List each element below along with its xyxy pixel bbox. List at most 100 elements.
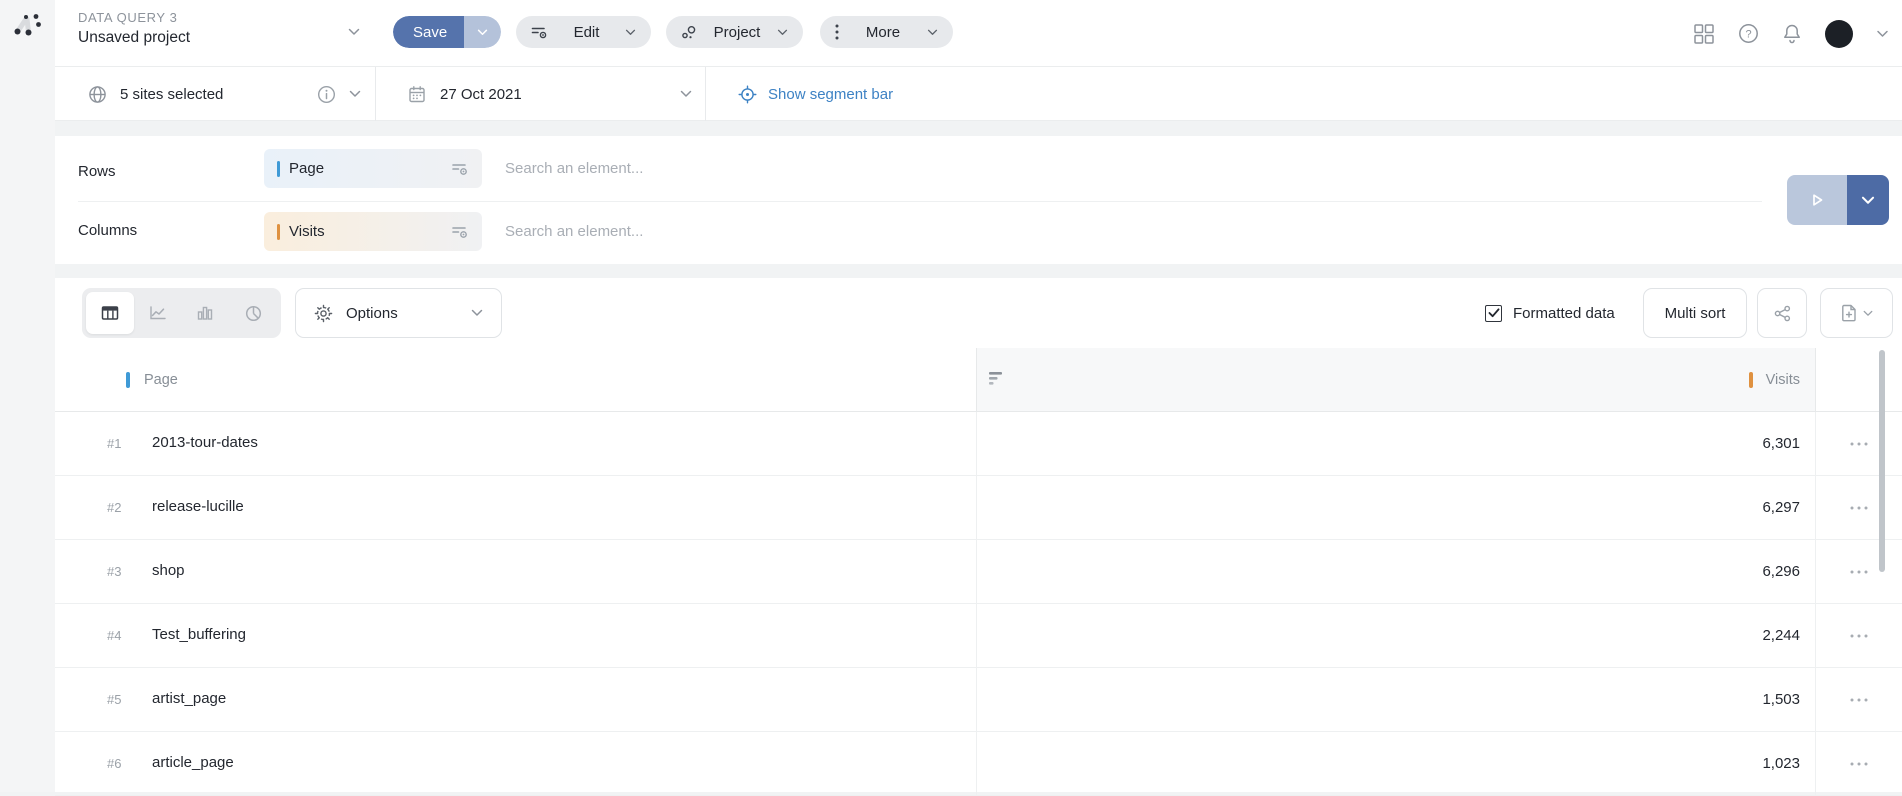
edit-button[interactable]: Edit bbox=[516, 16, 651, 48]
row-rank: #2 bbox=[107, 500, 121, 515]
export-file-icon bbox=[1841, 304, 1857, 322]
bubbles-icon bbox=[681, 25, 697, 40]
gear-icon bbox=[314, 304, 333, 323]
user-avatar[interactable] bbox=[1825, 20, 1853, 48]
divider bbox=[78, 201, 1762, 202]
more-button[interactable]: More bbox=[820, 16, 953, 48]
table-row[interactable]: #1 2013-tour-dates 6,301 bbox=[55, 412, 1902, 476]
site-info[interactable] bbox=[317, 67, 336, 121]
divider bbox=[375, 67, 376, 121]
row-rank: #3 bbox=[107, 564, 121, 579]
edit-label: Edit bbox=[574, 24, 600, 41]
project-title-menu[interactable]: DATA QUERY 3 Unsaved project bbox=[78, 10, 190, 47]
row-actions-button[interactable] bbox=[1844, 692, 1874, 708]
site-selector[interactable]: 5 sites selected bbox=[88, 67, 223, 121]
row-visits-value: 6,301 bbox=[976, 412, 1815, 475]
query-builder-panel: Rows Page Columns Visits bbox=[55, 136, 1902, 264]
show-segment-bar-button[interactable]: Show segment bar bbox=[738, 85, 893, 104]
formatted-data-checkbox[interactable] bbox=[1485, 305, 1502, 322]
row-visits-value: 1,023 bbox=[976, 732, 1815, 795]
chevron-down-icon[interactable] bbox=[348, 28, 360, 36]
columns-label: Columns bbox=[78, 222, 137, 239]
row-page-name: Test_buffering bbox=[152, 626, 246, 643]
segment-target-icon bbox=[738, 85, 757, 104]
row-page-name: 2013-tour-dates bbox=[152, 434, 258, 451]
row-actions-button[interactable] bbox=[1844, 756, 1874, 772]
row-page-name: release-lucille bbox=[152, 498, 244, 515]
info-icon bbox=[317, 85, 336, 104]
date-picker[interactable]: 27 Oct 2021 bbox=[408, 67, 522, 121]
columns-search-input[interactable] bbox=[505, 212, 925, 251]
row-rank: #6 bbox=[107, 756, 121, 771]
export-button[interactable] bbox=[1820, 288, 1893, 338]
metric-color-bar bbox=[1749, 372, 1753, 388]
table-row[interactable]: #4Test_buffering 2,244 bbox=[55, 604, 1902, 668]
date-label: 27 Oct 2021 bbox=[440, 86, 522, 103]
formatted-data-label: Formatted data bbox=[1513, 305, 1615, 322]
page-column-header: Page bbox=[144, 372, 178, 388]
table-row[interactable]: #2 release-lucille 6,297 bbox=[55, 476, 1902, 540]
left-sidebar bbox=[0, 0, 55, 792]
run-query-button[interactable] bbox=[1787, 175, 1847, 225]
rows-search-input[interactable] bbox=[505, 149, 925, 188]
main-toolbar: DATA QUERY 3 Unsaved project Save Edit P… bbox=[55, 0, 1902, 67]
table-body: #1 2013-tour-dates 6,301 #2 release-lucill… bbox=[55, 412, 1902, 796]
row-visits-value: 6,297 bbox=[976, 476, 1815, 539]
visits-header-cell[interactable]: Visits bbox=[976, 348, 1815, 411]
formatted-data-toggle[interactable]: Formatted data bbox=[1485, 288, 1615, 338]
notifications-bell-icon[interactable] bbox=[1782, 23, 1802, 45]
save-button[interactable]: Save bbox=[393, 16, 464, 48]
share-button[interactable] bbox=[1757, 288, 1807, 338]
options-button[interactable]: Options bbox=[295, 288, 502, 338]
global-actions: ? bbox=[1693, 0, 1889, 67]
export-chevron-icon bbox=[1863, 310, 1873, 317]
row-visits-value: 6,296 bbox=[976, 540, 1815, 603]
row-actions-button[interactable] bbox=[1844, 500, 1874, 516]
chevron-down-icon bbox=[927, 29, 938, 36]
row-rank: #1 bbox=[107, 436, 121, 451]
page-header-cell[interactable]: Page bbox=[55, 348, 976, 411]
bar-chart-view-button[interactable] bbox=[182, 292, 230, 334]
element-options-icon[interactable] bbox=[451, 224, 469, 240]
rows-dimension-chip[interactable]: Page bbox=[264, 149, 482, 188]
save-options-caret[interactable] bbox=[464, 16, 501, 48]
sliders-gear-icon bbox=[531, 25, 548, 40]
columns-metric-label: Visits bbox=[289, 223, 451, 240]
actions-header-cell bbox=[1815, 348, 1902, 411]
run-query-caret[interactable] bbox=[1847, 175, 1889, 225]
dimension-color-bar bbox=[126, 372, 130, 388]
more-label: More bbox=[866, 24, 900, 41]
account-chevron-down-icon[interactable] bbox=[1876, 30, 1889, 38]
row-actions-button[interactable] bbox=[1844, 564, 1874, 580]
vertical-scrollbar[interactable] bbox=[1879, 350, 1885, 572]
table-row[interactable]: #5artist_page 1,503 bbox=[55, 668, 1902, 732]
context-bar: 5 sites selected 27 Oct 2021 Show segmen… bbox=[55, 67, 1902, 121]
project-button[interactable]: Project bbox=[666, 16, 803, 48]
calendar-icon bbox=[408, 85, 426, 104]
table-row[interactable]: #3 shop 6,296 bbox=[55, 540, 1902, 604]
rows-dimension-label: Page bbox=[289, 160, 451, 177]
row-actions-button[interactable] bbox=[1844, 628, 1874, 644]
svg-text:?: ? bbox=[1745, 29, 1751, 41]
chevron-down-icon bbox=[471, 309, 483, 317]
element-options-icon[interactable] bbox=[451, 161, 469, 177]
row-actions-button[interactable] bbox=[1844, 436, 1874, 452]
multi-sort-button[interactable]: Multi sort bbox=[1643, 288, 1747, 338]
table-view-button[interactable] bbox=[86, 292, 134, 334]
page-title: DATA QUERY 3 bbox=[78, 10, 190, 25]
pie-chart-view-button[interactable] bbox=[229, 292, 277, 334]
sort-descending-icon[interactable] bbox=[989, 372, 1004, 385]
date-chevron-icon[interactable] bbox=[680, 67, 692, 121]
apps-grid-icon[interactable] bbox=[1693, 23, 1715, 45]
divider bbox=[705, 67, 706, 121]
site-selector-chevron-icon[interactable] bbox=[349, 67, 361, 121]
table-header-row: Page Visits bbox=[55, 348, 1902, 412]
chevron-down-icon bbox=[777, 29, 788, 36]
row-page-name: shop bbox=[152, 562, 185, 579]
piano-analytics-logo-icon[interactable] bbox=[9, 10, 45, 44]
help-icon[interactable]: ? bbox=[1738, 23, 1759, 44]
line-chart-view-button[interactable] bbox=[134, 292, 182, 334]
columns-metric-chip[interactable]: Visits bbox=[264, 212, 482, 251]
project-subtitle: Unsaved project bbox=[78, 29, 190, 47]
table-row[interactable]: #6article_page 1,023 bbox=[55, 732, 1902, 796]
